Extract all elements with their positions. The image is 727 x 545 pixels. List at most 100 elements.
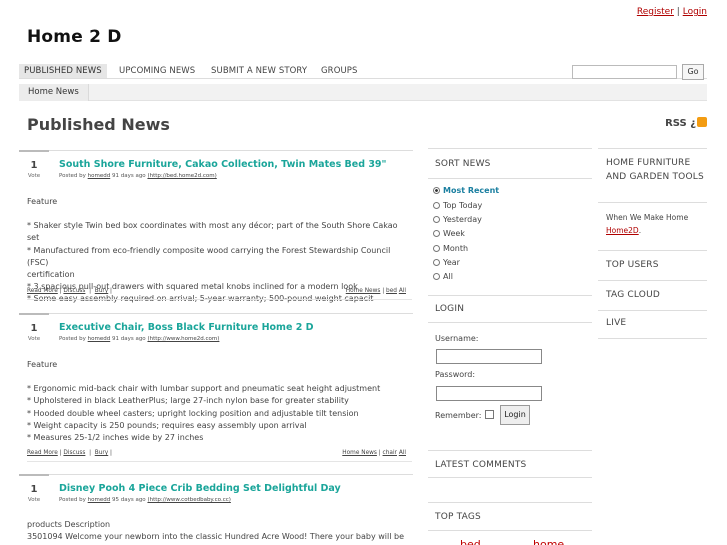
author-link[interactable]: homedd (88, 173, 111, 179)
story-title[interactable]: Executive Chair, Boss Black Furniture Ho… (59, 322, 314, 333)
divider (598, 338, 707, 339)
sort-year[interactable]: Year (433, 258, 460, 267)
vote-label[interactable]: Vote (19, 336, 49, 342)
top-tags-heading: TOP TAGS (435, 512, 481, 522)
username-field[interactable] (436, 349, 542, 364)
meta-prefix: Posted by (59, 173, 86, 179)
story-header: 1 Vote Disney Pooh 4 Piece Crib Bedding … (19, 474, 413, 503)
sort-month[interactable]: Month (433, 244, 468, 253)
story-section-label: Feature (27, 360, 58, 369)
divider (428, 530, 592, 531)
tag-link[interactable]: home (533, 538, 564, 545)
nav-published-news[interactable]: PUBLISHED NEWS (19, 64, 107, 78)
login-button[interactable]: Login (500, 405, 530, 425)
read-more-link[interactable]: Read More (27, 288, 58, 294)
login-heading: LOGIN (435, 304, 465, 314)
tag-link[interactable]: All (399, 450, 406, 456)
meta-prefix: Posted by (59, 497, 86, 503)
tag-link[interactable]: bed (460, 538, 481, 545)
story-line: * Upholstered in black LeatherPlus; larg… (27, 396, 349, 406)
vote-label[interactable]: Vote (19, 173, 49, 179)
divider (428, 477, 592, 478)
breadcrumb-home-news[interactable]: Home News (19, 84, 89, 101)
login-link[interactable]: Login (683, 7, 707, 17)
vote-count[interactable]: 1 (19, 160, 49, 171)
story-line: certification (27, 270, 75, 280)
tag-link[interactable]: All (399, 288, 406, 294)
sort-yesterday[interactable]: Yesterday (433, 215, 482, 224)
story-actions: Read More | Discuss | Bury | (27, 450, 113, 456)
category-link[interactable]: Home News (342, 450, 377, 456)
radio-icon (433, 259, 440, 266)
nav-upcoming-news[interactable]: UPCOMING NEWS (114, 64, 200, 78)
rss-link[interactable]: RSS ¿ (665, 117, 707, 129)
author-link[interactable]: homedd (88, 336, 111, 342)
home2d-link[interactable]: Home2D (606, 226, 639, 235)
sort-top-today[interactable]: Top Today (433, 201, 482, 210)
password-field[interactable] (436, 386, 542, 401)
radio-icon (433, 245, 440, 252)
bury-link[interactable]: Bury (95, 450, 108, 456)
story-body: products Description 3501094 Welcome you… (27, 519, 412, 543)
source-link[interactable]: (http://www.cotbedbaby.co.cc) (147, 497, 230, 503)
story-section-label: Feature (27, 197, 58, 206)
story-line: * Manufactured from eco-friendly composi… (27, 245, 391, 267)
home-furniture-heading: HOME FURNITURE AND GARDEN TOOLS (606, 158, 704, 182)
page-title: Published News (27, 115, 170, 134)
vote-count[interactable]: 1 (19, 484, 49, 495)
sort-label: Most Recent (443, 186, 500, 195)
go-button[interactable]: Go (682, 64, 704, 80)
sort-week[interactable]: Week (433, 229, 465, 238)
discuss-link[interactable]: Discuss (63, 288, 85, 294)
meta-prefix: Posted by (59, 336, 86, 342)
discuss-link[interactable]: Discuss (63, 450, 85, 456)
vote-label[interactable]: Vote (19, 497, 49, 503)
nav-groups[interactable]: GROUPS (316, 64, 363, 78)
story-actions: Read More | Discuss | Bury | (27, 288, 113, 294)
story-line: 3501094 Welcome your newborn into the cl… (27, 532, 405, 542)
live-heading: LIVE (606, 318, 627, 328)
category-link[interactable]: Home News (346, 288, 381, 294)
story-line: * Weight capacity is 250 pounds; require… (27, 420, 307, 430)
latest-comments-heading: LATEST COMMENTS (435, 460, 527, 470)
search-input[interactable] (572, 65, 677, 79)
sort-most-recent[interactable]: Most Recent (433, 186, 499, 195)
author-link[interactable]: homedd (88, 497, 111, 503)
story-body: Feature * Ergonomic mid-back chair with … (27, 359, 412, 444)
site-title[interactable]: Home 2 D (27, 27, 122, 47)
tag-link[interactable]: bed (386, 288, 397, 294)
story-line: * Measures 25-1/2 inches wide by 27 inch… (27, 433, 204, 443)
bury-link[interactable]: Bury (95, 288, 108, 294)
divider (428, 295, 592, 296)
story-header: 1 Vote Executive Chair, Boss Black Furni… (19, 313, 413, 342)
source-link[interactable]: (http://bed.home2d.com) (147, 173, 216, 179)
read-more-link[interactable]: Read More (27, 450, 58, 456)
nav-submit-story[interactable]: SUBMIT A NEW STORY (206, 64, 312, 78)
divider (428, 322, 592, 323)
story-meta: Posted by homedd 95 days ago (http://www… (59, 497, 231, 503)
story-title[interactable]: Disney Pooh 4 Piece Crib Bedding Set Del… (59, 483, 341, 494)
tag-link[interactable]: chair (383, 450, 397, 456)
separator: | (676, 7, 680, 17)
about-text: When We Make Home Home2D. (606, 212, 706, 237)
sort-all[interactable]: All (433, 272, 453, 281)
sort-label: Month (443, 244, 469, 253)
story-meta: Posted by homedd 91 days ago (http://bed… (59, 173, 217, 179)
vote-count[interactable]: 1 (19, 323, 49, 334)
register-link[interactable]: Register (637, 7, 674, 17)
password-label: Password: (435, 370, 476, 379)
story-meta: Posted by homedd 91 days ago (http://www… (59, 336, 219, 342)
remember-label: Remember: (435, 411, 482, 420)
tag-cloud-heading: TAG CLOUD (606, 290, 661, 300)
divider (428, 450, 592, 451)
story-footer: Read More | Discuss | Bury | Home News |… (27, 450, 412, 462)
source-link[interactable]: (http://www.home2d.com) (147, 336, 219, 342)
top-users-heading: TOP USERS (606, 260, 659, 270)
story-section-label: products Description (27, 520, 111, 529)
story-title[interactable]: South Shore Furniture, Cakao Collection,… (59, 159, 387, 170)
remember-checkbox[interactable] (485, 410, 494, 419)
radio-icon (433, 230, 440, 237)
about-suffix: . (638, 225, 642, 235)
story-tags: Home News | bed All (345, 288, 406, 294)
divider (598, 310, 707, 311)
